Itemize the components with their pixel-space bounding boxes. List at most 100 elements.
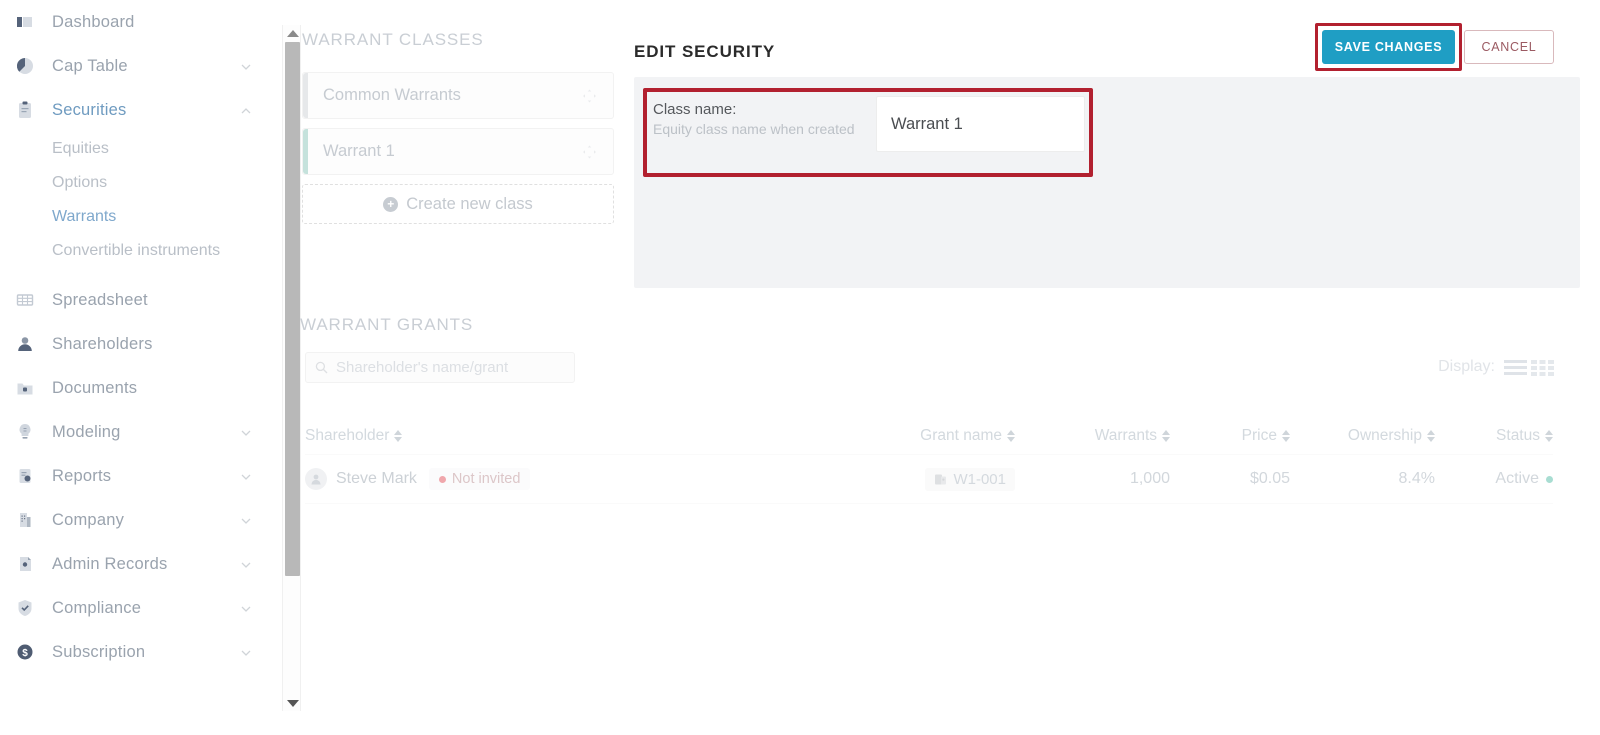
sidebar-item-shareholders[interactable]: Shareholders	[0, 322, 282, 366]
create-new-class-button[interactable]: + Create new class	[302, 184, 614, 224]
sidebar-item-options[interactable]: Options	[0, 166, 282, 200]
sort-icon[interactable]	[1545, 430, 1553, 442]
column-label: Shareholder	[305, 427, 389, 445]
column-header-shareholder[interactable]: Shareholder	[305, 427, 402, 445]
class-name-input[interactable]: Warrant 1	[876, 96, 1085, 152]
drag-handle-icon[interactable]	[582, 144, 597, 159]
grant-search-input[interactable]: Shareholder's name/grant	[305, 352, 575, 383]
sidebar-item-dashboard[interactable]: Dashboard	[0, 0, 282, 44]
chevron-down-icon[interactable]	[240, 470, 252, 482]
grant-name-value: W1-001	[953, 471, 1006, 488]
clipboard-icon	[14, 99, 36, 121]
invite-status-label: Not invited	[452, 471, 521, 487]
scroll-down-arrow-icon[interactable]	[283, 695, 302, 711]
sidebar-item-label: Dashboard	[52, 13, 135, 32]
sort-icon[interactable]	[1007, 430, 1015, 442]
sidebar-item-cap-table[interactable]: Cap Table	[0, 44, 282, 88]
warrant-class-item[interactable]: Common Warrants	[302, 72, 614, 119]
sidebar-item-warrants[interactable]: Warrants	[0, 200, 282, 234]
table-row[interactable]: Steve Mark Not invited W1-001 1,000 $0.0…	[305, 454, 1553, 504]
sidebar-scrollbar[interactable]	[282, 25, 301, 711]
cancel-label: CANCEL	[1482, 40, 1537, 54]
svg-text:$: $	[22, 648, 28, 659]
status-badge: Active	[1495, 470, 1553, 488]
save-changes-button[interactable]: SAVE CHANGES	[1322, 30, 1455, 64]
warrant-grants-table: Shareholder Grant name Warrants Price Ow…	[305, 418, 1553, 504]
sort-icon[interactable]	[1282, 430, 1290, 442]
chevron-down-icon[interactable]	[240, 602, 252, 614]
column-header-ownership[interactable]: Ownership	[1348, 427, 1435, 445]
table-icon	[14, 289, 36, 311]
plus-icon: +	[383, 197, 398, 212]
sidebar-item-reports[interactable]: Reports	[0, 454, 282, 498]
sidebar-item-company[interactable]: Company	[0, 498, 282, 542]
sidebar-item-subscription[interactable]: $ Subscription	[0, 630, 282, 674]
drag-handle-icon[interactable]	[582, 88, 597, 103]
admin-records-icon	[14, 553, 36, 575]
table-header-row: Shareholder Grant name Warrants Price Ow…	[305, 418, 1553, 454]
price-value: $0.05	[1250, 470, 1290, 488]
class-name-value: Warrant 1	[891, 115, 963, 134]
column-header-price[interactable]: Price	[1242, 427, 1290, 445]
list-view-icon[interactable]	[1504, 359, 1527, 376]
scrollbar-thumb[interactable]	[285, 42, 300, 576]
column-header-status[interactable]: Status	[1496, 427, 1553, 445]
sidebar-subitem-label: Warrants	[52, 208, 116, 226]
sidebar-item-label: Spreadsheet	[52, 291, 148, 310]
user-icon	[14, 333, 36, 355]
sidebar-item-equities[interactable]: Equities	[0, 132, 282, 166]
shield-check-icon	[14, 597, 36, 619]
sidebar-subitem-label: Equities	[52, 140, 109, 158]
sort-icon[interactable]	[394, 430, 402, 442]
sidebar-item-securities[interactable]: Securities	[0, 88, 282, 132]
pie-chart-icon	[14, 55, 36, 77]
grant-name-chip[interactable]: W1-001	[925, 468, 1015, 491]
sort-icon[interactable]	[1427, 430, 1435, 442]
status-label: Active	[1495, 470, 1539, 488]
edit-security-title: EDIT SECURITY	[634, 42, 775, 62]
chevron-up-icon[interactable]	[240, 104, 252, 116]
chevron-down-icon[interactable]	[240, 60, 252, 72]
chevron-down-icon[interactable]	[240, 514, 252, 526]
sort-icon[interactable]	[1162, 430, 1170, 442]
sidebar-item-compliance[interactable]: Compliance	[0, 586, 282, 630]
sidebar-item-admin-records[interactable]: Admin Records	[0, 542, 282, 586]
scroll-up-arrow-icon[interactable]	[283, 25, 302, 41]
save-changes-label: SAVE CHANGES	[1335, 40, 1443, 54]
class-name-description: Equity class name when created	[653, 122, 868, 137]
grid-view-icon[interactable]	[1531, 359, 1554, 376]
cancel-button[interactable]: CANCEL	[1464, 30, 1554, 64]
sidebar-item-modeling[interactable]: Modeling	[0, 410, 282, 454]
warrant-classes-section: WARRANT CLASSES Common Warrants Warrant …	[302, 30, 614, 224]
dashboard-icon	[14, 11, 36, 33]
sidebar-item-label: Admin Records	[52, 555, 167, 574]
column-label: Warrants	[1095, 427, 1157, 445]
column-label: Price	[1242, 427, 1277, 445]
certificate-icon	[934, 473, 947, 486]
sidebar-item-convertible-instruments[interactable]: Convertible instruments	[0, 234, 282, 268]
class-name-label: Class name:	[653, 100, 868, 120]
warrant-class-item[interactable]: Warrant 1	[302, 128, 614, 175]
ownership-value: 8.4%	[1399, 470, 1435, 488]
warrant-class-name: Common Warrants	[323, 86, 461, 105]
warrant-classes-title: WARRANT CLASSES	[302, 30, 614, 50]
warrant-grants-title: WARRANT GRANTS	[300, 315, 473, 335]
sidebar-item-spreadsheet[interactable]: Spreadsheet	[0, 278, 282, 322]
class-name-field-label: Class name: Equity class name when creat…	[653, 100, 868, 137]
status-dot-icon	[439, 476, 446, 483]
chevron-down-icon[interactable]	[240, 558, 252, 570]
warrants-value: 1,000	[1130, 470, 1170, 488]
dollar-coin-icon: $	[14, 641, 36, 663]
sidebar-item-label: Modeling	[52, 423, 121, 442]
sidebar-subitem-label: Options	[52, 174, 107, 192]
chevron-down-icon[interactable]	[240, 646, 252, 658]
chevron-down-icon[interactable]	[240, 426, 252, 438]
sidebar-item-documents[interactable]: Documents	[0, 366, 282, 410]
sidebar-item-label: Shareholders	[52, 335, 153, 354]
invite-status-badge: Not invited	[429, 468, 531, 490]
display-label: Display:	[1438, 358, 1495, 376]
display-toggle: Display:	[1438, 358, 1558, 376]
search-icon	[315, 361, 328, 374]
column-header-warrants[interactable]: Warrants	[1095, 427, 1170, 445]
column-header-grant-name[interactable]: Grant name	[920, 427, 1015, 445]
